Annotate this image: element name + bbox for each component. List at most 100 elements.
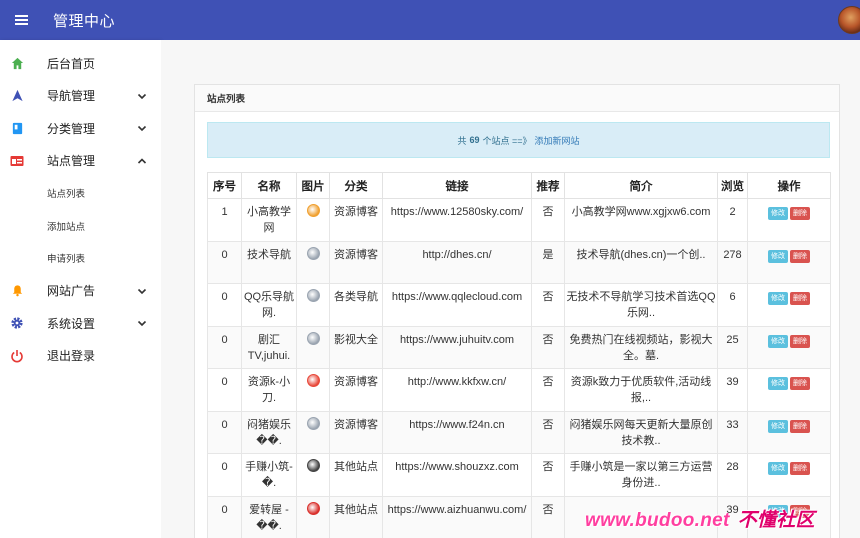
table-row: 0 闷猪娱乐��. 资源博客 https://www.f24n.cn 否闷猪娱乐网每天更… bbox=[207, 410, 831, 454]
cell-intro: 闷猪娱乐网每天更新大量原创技术教.. bbox=[564, 410, 718, 454]
chevron-down-icon bbox=[137, 321, 147, 327]
sidebar-item-category-manage[interactable]: 分类管理 bbox=[0, 112, 161, 145]
gear-icon bbox=[10, 316, 24, 330]
power-icon bbox=[10, 349, 24, 363]
summary-alert: 共 69 个站点 ==》 添加新网站 bbox=[207, 122, 830, 158]
cell-link[interactable]: http://dhes.cn/ bbox=[382, 240, 532, 284]
cell-actions: 修改 删除 bbox=[747, 453, 831, 497]
sidebar-item-ads[interactable]: 网站广告 bbox=[0, 275, 161, 308]
cell-image bbox=[296, 240, 330, 284]
cell-recommend: 否 bbox=[531, 198, 565, 242]
cell-category: 资源博客 bbox=[329, 368, 383, 412]
cell-name: 技术导航 bbox=[241, 240, 297, 284]
delete-button[interactable]: 删除 bbox=[790, 419, 810, 433]
cell-link[interactable]: https://www.aizhuanwu.com/ bbox=[382, 495, 532, 538]
cell-recommend: 否 bbox=[531, 325, 565, 369]
cell-index: 0 bbox=[207, 283, 242, 327]
site-favicon-icon bbox=[306, 374, 320, 387]
table-row: 0 QQ乐导航网. 各类导航 https://www.qqlecloud.com 否无技… bbox=[207, 283, 831, 327]
col-header-index: 序号 bbox=[207, 172, 242, 199]
cell-recommend: 否 bbox=[531, 410, 565, 454]
delete-button[interactable]: 删除 bbox=[790, 249, 810, 263]
delete-button[interactable]: 删除 bbox=[790, 207, 810, 220]
cell-link[interactable]: http://www.kkfxw.cn/ bbox=[382, 368, 532, 412]
user-avatar[interactable] bbox=[838, 6, 860, 34]
col-header-link: 链接 bbox=[382, 172, 532, 199]
chevron-down-icon bbox=[137, 126, 147, 132]
cell-name: 资源k-小刀. bbox=[241, 368, 297, 412]
menu-toggle-button[interactable] bbox=[0, 0, 42, 40]
hamburger-icon bbox=[14, 15, 28, 25]
delete-button[interactable]: 删除 bbox=[790, 377, 810, 390]
cell-recommend: 否 bbox=[531, 368, 565, 412]
table-row: 0 手赚小筑-�. 其他站点 https://www.shouzxz.com 否手赚小筑… bbox=[207, 453, 831, 497]
edit-button[interactable]: 修改 bbox=[768, 334, 788, 348]
sidebar-item-label: 导航管理 bbox=[47, 89, 96, 104]
cell-name: 闷猪娱乐��. bbox=[241, 410, 297, 454]
table-row: 0 技术导航 资源博客 http://dhes.cn/是技术导航(dhes.cn)一个… bbox=[207, 240, 831, 284]
sidebar-item-site-manage[interactable]: 站点管理 bbox=[0, 145, 161, 178]
cell-actions: 修改 删除 bbox=[747, 368, 831, 412]
cell-recommend: 否 bbox=[531, 283, 565, 327]
col-header-recommend: 推荐 bbox=[531, 172, 565, 199]
delete-button[interactable]: 删除 bbox=[790, 462, 810, 475]
window-icon bbox=[10, 154, 24, 168]
sidebar-item-label: 系统设置 bbox=[47, 316, 96, 331]
chevron-down-icon bbox=[137, 288, 147, 294]
bell-icon bbox=[10, 284, 24, 298]
sidebar-subitem-apply-list[interactable]: 申请列表 bbox=[0, 242, 161, 275]
site-favicon-icon bbox=[306, 459, 320, 472]
edit-button[interactable]: 修改 bbox=[768, 249, 788, 263]
site-favicon-icon bbox=[306, 246, 320, 260]
edit-button[interactable]: 修改 bbox=[768, 207, 788, 220]
site-table: 序号 名称 图片 分类 链接 推荐 简介 浏览 操作 1 小高教学网 资源博客 htt… bbox=[207, 172, 831, 538]
summary-prefix: 共 bbox=[457, 135, 467, 146]
cell-name: 小高教学网 bbox=[241, 198, 297, 242]
cell-name: 爱转屋 - ��. bbox=[241, 495, 297, 538]
table-header-row: 序号 名称 图片 分类 链接 推荐 简介 浏览 操作 bbox=[207, 172, 831, 199]
sidebar-subitem-add-site[interactable]: 添加站点 bbox=[0, 210, 161, 243]
cell-index: 0 bbox=[207, 240, 242, 284]
edit-button[interactable]: 修改 bbox=[768, 462, 788, 475]
cell-recommend: 否 bbox=[531, 495, 565, 538]
cell-name: 手赚小筑-�. bbox=[241, 453, 297, 497]
site-count: 69 bbox=[469, 135, 480, 145]
site-favicon-icon bbox=[306, 416, 320, 430]
cell-link[interactable]: https://www.qqlecloud.com bbox=[382, 283, 532, 327]
cell-link[interactable]: https://www.shouzxz.com bbox=[382, 453, 532, 497]
cell-intro: 小高教学网www.xgjxw6.com bbox=[564, 198, 718, 242]
add-site-link[interactable]: 添加新网站 bbox=[535, 134, 580, 147]
sidebar-subitem-site-list[interactable]: 站点列表 bbox=[0, 177, 161, 210]
sidebar-item-label: 站点管理 bbox=[47, 154, 96, 169]
cell-index: 1 bbox=[207, 198, 242, 242]
sidebar-item-logout[interactable]: 退出登录 bbox=[0, 340, 161, 373]
cell-link[interactable]: https://www.juhuitv.com bbox=[382, 325, 532, 369]
cell-recommend: 是 bbox=[531, 240, 565, 284]
cell-views: 39 bbox=[717, 368, 748, 412]
chevron-down-icon bbox=[137, 93, 147, 99]
cell-views: 2 bbox=[717, 198, 748, 242]
cell-category: 资源博客 bbox=[329, 240, 383, 284]
sidebar-item-settings[interactable]: 系统设置 bbox=[0, 307, 161, 340]
cell-views: 28 bbox=[717, 453, 748, 497]
cell-link[interactable]: https://www.f24n.cn bbox=[382, 410, 532, 454]
cell-image bbox=[296, 453, 330, 497]
cell-views: 6 bbox=[717, 283, 748, 327]
sidebar-item-label: 网站广告 bbox=[47, 284, 96, 299]
cell-intro: 免费热门在线视频站，影视大全。墓. bbox=[564, 325, 718, 369]
table-row: 0 剧汇TV,juhui. 影视大全 https://www.juhuitv.com 否… bbox=[207, 325, 831, 369]
cell-actions: 修改 删除 bbox=[747, 240, 831, 284]
delete-button[interactable]: 删除 bbox=[790, 334, 810, 348]
site-list-card: 站点列表 共 69 个站点 ==》 添加新网站 序号 名称 图片 分类 链接 推… bbox=[194, 84, 840, 538]
cell-link[interactable]: https://www.12580sky.com/ bbox=[382, 198, 532, 242]
sidebar-item-nav-manage[interactable]: 导航管理 bbox=[0, 80, 161, 113]
cell-actions: 修改 删除 bbox=[747, 283, 831, 327]
sidebar-item-home[interactable]: 后台首页 bbox=[0, 47, 161, 80]
card-title: 站点列表 bbox=[195, 85, 839, 112]
edit-button[interactable]: 修改 bbox=[768, 419, 788, 433]
site-favicon-icon bbox=[306, 501, 320, 515]
edit-button[interactable]: 修改 bbox=[768, 377, 788, 390]
delete-button[interactable]: 删除 bbox=[790, 292, 810, 305]
cell-intro: 无技术不导航学习技术首选QQ乐网.. bbox=[564, 283, 718, 327]
edit-button[interactable]: 修改 bbox=[768, 292, 788, 305]
